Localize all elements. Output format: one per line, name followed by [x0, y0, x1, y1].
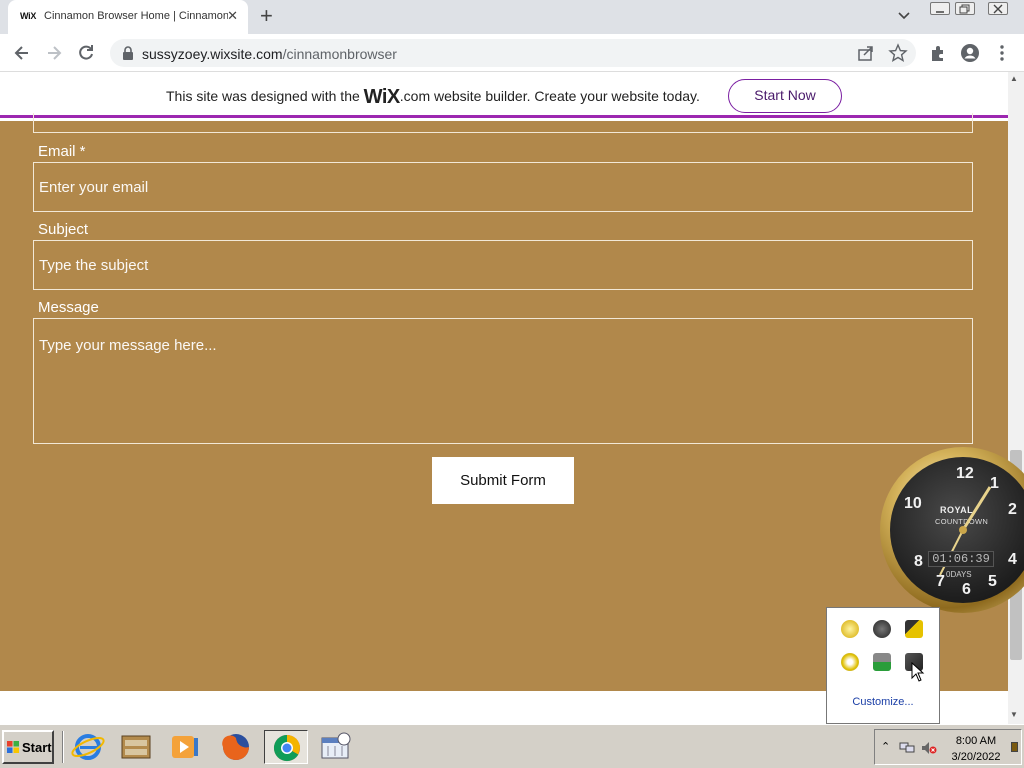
more-menu-icon[interactable]: [992, 43, 1012, 63]
clock-hands-icon: [939, 486, 992, 576]
email-field[interactable]: [33, 162, 973, 212]
customize-link[interactable]: Customize...: [827, 696, 939, 708]
tab-strip: WiX Cinnamon Browser Home | Cinnamon Bro…: [0, 0, 1024, 34]
calendar-clock-icon[interactable]: [314, 730, 358, 764]
lock-icon[interactable]: [122, 46, 134, 60]
share-icon[interactable]: [856, 43, 876, 63]
message-label: Message: [38, 299, 99, 316]
show-hidden-icons-chevron-icon[interactable]: ⌃: [881, 740, 890, 753]
subject-label: Subject: [38, 221, 89, 238]
new-tab-button[interactable]: +: [260, 4, 273, 28]
windows-flag-icon: [7, 741, 19, 753]
disc-tray-icon[interactable]: [841, 653, 859, 671]
browser-toolbar: sussyzoey.wixsite.com/cinnamonbrowser: [0, 34, 1024, 72]
reload-icon[interactable]: [76, 43, 96, 63]
profile-avatar-icon[interactable]: [960, 43, 980, 63]
start-button[interactable]: Start: [2, 730, 54, 764]
close-window-button[interactable]: [988, 2, 1008, 15]
tab-title: Cinnamon Browser Home | Cinnamon Browser: [44, 10, 228, 22]
shield-tray-icon[interactable]: [905, 620, 923, 638]
browser-tab[interactable]: WiX Cinnamon Browser Home | Cinnamon Bro…: [8, 0, 248, 34]
wix-banner-message: This site was designed with the WiX.com …: [166, 86, 700, 108]
internet-explorer-icon[interactable]: [66, 730, 110, 764]
show-desktop-icon[interactable]: [1011, 742, 1018, 752]
wix-logo: WiX: [363, 86, 401, 108]
address-bar[interactable]: sussyzoey.wixsite.com/cinnamonbrowser: [110, 39, 916, 67]
url-text: sussyzoey.wixsite.com/cinnamonbrowser: [142, 46, 397, 62]
clock-days: 0DAYS: [946, 570, 972, 579]
extensions-puzzle-icon[interactable]: [928, 43, 948, 63]
tab-search-chevron-icon[interactable]: [897, 8, 911, 22]
mouse-cursor-icon: [911, 662, 925, 682]
scroll-down-arrow-icon[interactable]: ▼: [1010, 710, 1018, 719]
tab-close-icon[interactable]: ✕: [227, 8, 238, 24]
message-field[interactable]: [33, 318, 973, 444]
start-now-button[interactable]: Start Now: [728, 79, 842, 113]
name-field-bottom-edge[interactable]: [33, 113, 973, 133]
tray-overflow-popup: Customize...: [826, 607, 940, 724]
taskbar: Start ⌃ 8:00 AM 3/20/2022: [0, 724, 1024, 768]
taskbar-separator: [62, 731, 64, 763]
wix-favicon-icon: WiX: [20, 11, 37, 21]
volume-muted-icon[interactable]: [921, 741, 937, 755]
contact-form-section: Email * Subject Message Submit Form: [0, 113, 1008, 691]
file-cabinet-icon[interactable]: [114, 730, 158, 764]
bookmark-star-icon[interactable]: [888, 43, 908, 63]
clock-tray-icon[interactable]: [873, 620, 891, 638]
wix-promo-banner: This site was designed with the WiX.com …: [0, 72, 1008, 118]
email-label: Email *: [38, 143, 86, 160]
media-player-icon[interactable]: [162, 730, 206, 764]
back-arrow-icon[interactable]: [12, 43, 32, 63]
smiley-tray-icon[interactable]: [841, 620, 859, 638]
clock-face: 12 1 2 4 5 6 7 8 10 ROYAL COUNTDOWN 01:0…: [890, 457, 1024, 603]
restore-button[interactable]: [955, 2, 975, 15]
subject-field[interactable]: [33, 240, 973, 290]
clock-digital-readout: 01:06:39: [928, 551, 994, 567]
firefox-icon[interactable]: [214, 730, 258, 764]
tray-time: 8:00 AM: [955, 735, 997, 747]
tray-date: 3/20/2022: [951, 751, 1001, 763]
chrome-icon[interactable]: [264, 730, 308, 764]
forward-arrow-icon[interactable]: [44, 43, 64, 63]
safely-remove-hardware-tray-icon[interactable]: [873, 653, 891, 671]
scroll-up-arrow-icon[interactable]: ▲: [1010, 74, 1018, 83]
countdown-clock-gadget[interactable]: 12 1 2 4 5 6 7 8 10 ROYAL COUNTDOWN 01:0…: [880, 447, 1024, 613]
submit-form-button[interactable]: Submit Form: [432, 457, 574, 504]
network-icon[interactable]: [899, 741, 915, 755]
minimize-button[interactable]: [930, 2, 950, 15]
system-tray: ⌃ 8:00 AM 3/20/2022: [874, 729, 1022, 765]
